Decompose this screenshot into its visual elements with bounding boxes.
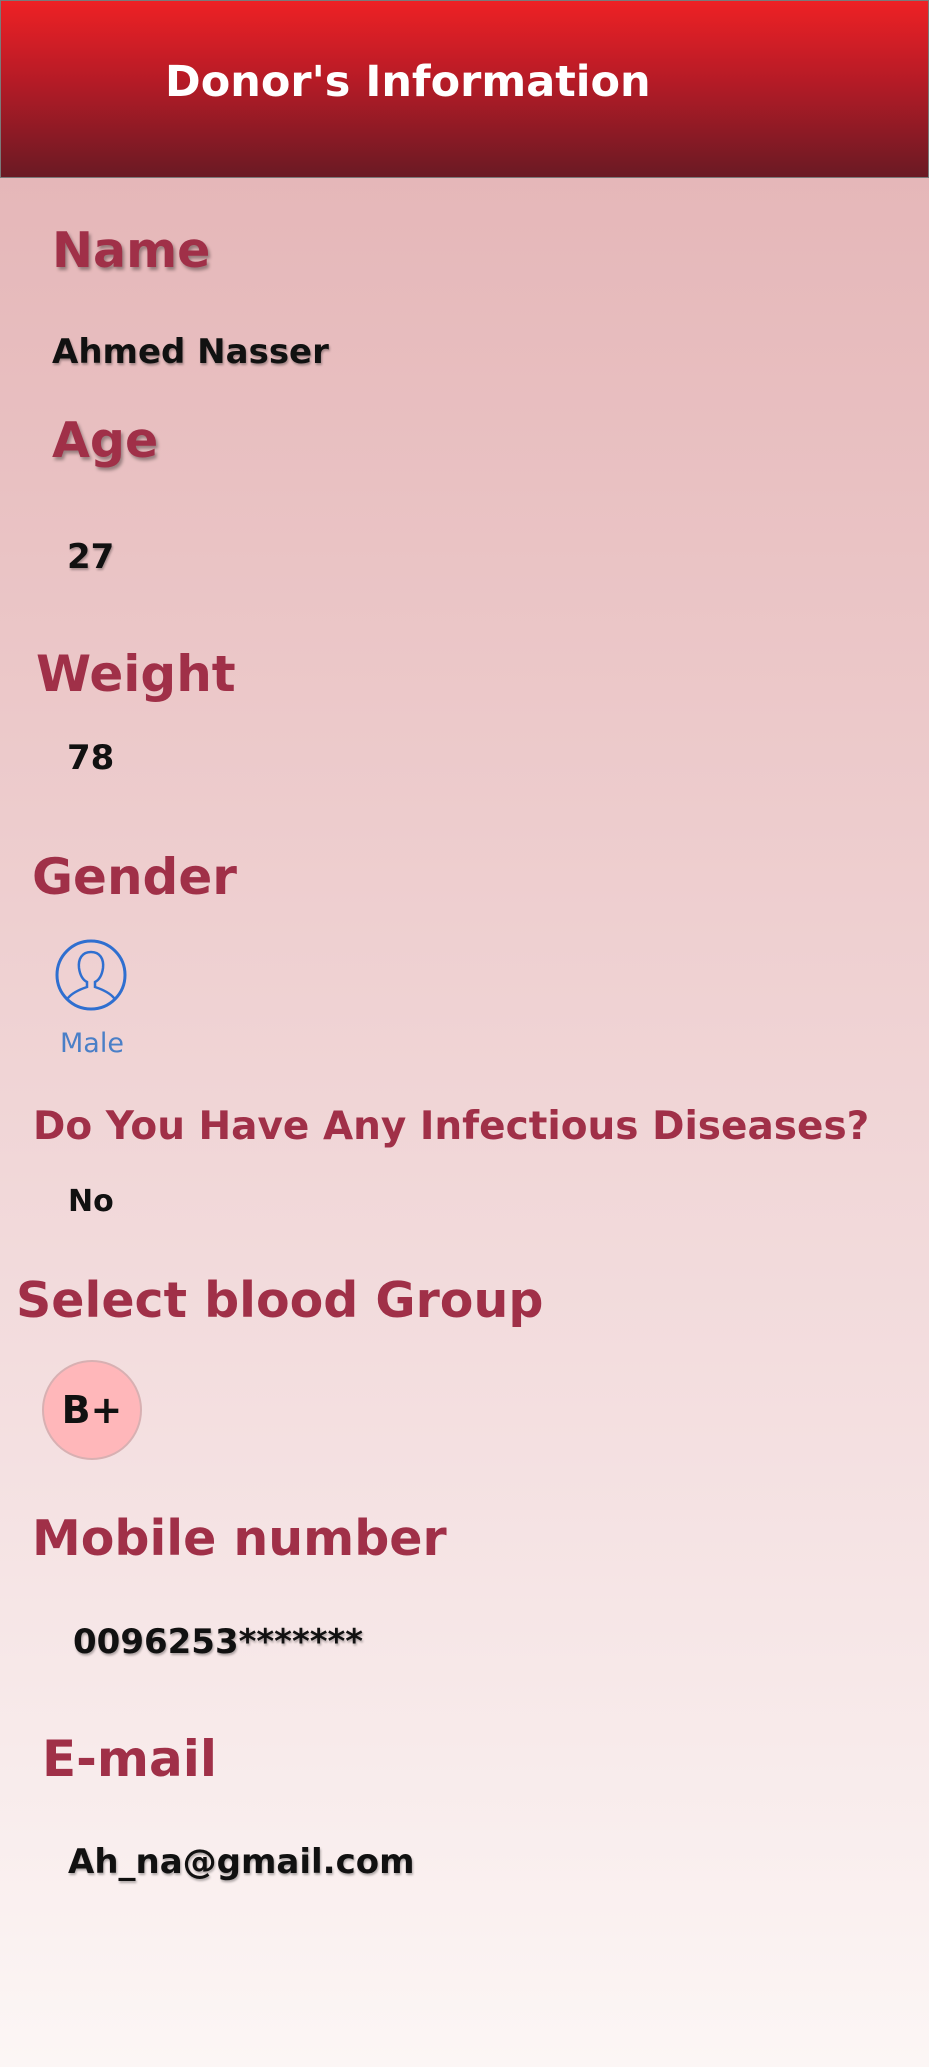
email-value: Ah_na@gmail.com xyxy=(68,1842,415,1882)
infectious-diseases-value: No xyxy=(68,1184,114,1219)
blood-group-badge[interactable]: B+ xyxy=(42,1360,142,1460)
gender-label: Gender xyxy=(32,848,237,906)
person-outline-icon[interactable] xyxy=(54,938,128,1012)
gender-value: Male xyxy=(60,1028,124,1059)
age-value: 27 xyxy=(67,537,115,577)
name-label: Name xyxy=(52,222,211,279)
name-value: Ahmed Nasser xyxy=(52,332,329,372)
mobile-number-value: 0096253******* xyxy=(73,1622,364,1662)
email-label: E-mail xyxy=(42,1730,218,1788)
age-label: Age xyxy=(52,412,159,469)
infectious-diseases-label: Do You Have Any Infectious Diseases? xyxy=(33,1104,870,1149)
mobile-number-label: Mobile number xyxy=(32,1510,447,1567)
page-title: Donor's Information xyxy=(165,57,651,107)
app-header: Donor's Information xyxy=(0,0,929,178)
weight-value: 78 xyxy=(67,738,115,778)
weight-label: Weight xyxy=(36,645,236,703)
blood-group-label: Select blood Group xyxy=(16,1272,544,1329)
